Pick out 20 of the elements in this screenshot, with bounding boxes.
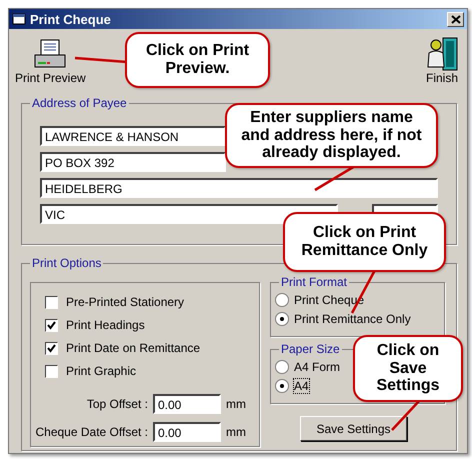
unit-label: mm bbox=[226, 425, 246, 439]
checkbox-label: Print Date on Remittance bbox=[66, 341, 200, 355]
radio-label: A4 Form bbox=[294, 360, 340, 374]
callout-tooltip: Click on Save Settings bbox=[353, 335, 463, 402]
callout-tooltip: Enter suppliers name and address here, if not already displayed. bbox=[225, 103, 438, 168]
radio-label: Print Remittance Only bbox=[294, 312, 411, 326]
radio-label: A4 bbox=[294, 379, 309, 393]
checkbox-label: Pre-Printed Stationery bbox=[66, 295, 184, 309]
group-title: Paper Size bbox=[279, 342, 342, 356]
unit-label: mm bbox=[226, 397, 246, 411]
group-title: Address of Payee bbox=[30, 96, 129, 110]
callout-tooltip: Click on Print Remittance Only bbox=[283, 212, 446, 272]
offset-label: Top Offset : bbox=[86, 397, 148, 411]
offset-label: Cheque Date Offset : bbox=[34, 425, 148, 439]
window-title: Print Cheque bbox=[30, 12, 112, 26]
callout-tooltip: Click on Print Preview. bbox=[125, 32, 270, 88]
group-title: Print Options bbox=[30, 256, 104, 270]
group-title: Print Format bbox=[279, 275, 350, 289]
checkbox-label: Print Graphic bbox=[66, 364, 136, 378]
checkbox-label: Print Headings bbox=[66, 318, 145, 332]
